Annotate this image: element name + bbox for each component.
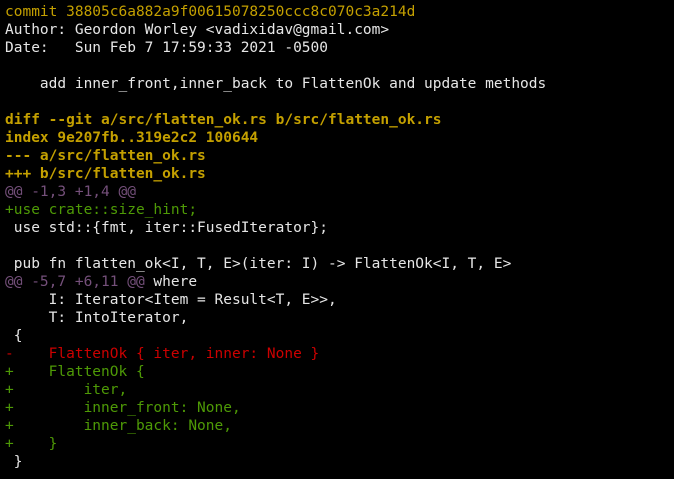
context-line: } [5, 453, 674, 471]
context-line-text: T: IntoIterator, [5, 310, 189, 326]
diff-header-line-text: diff --git a/src/flatten_ok.rs b/src/fla… [5, 112, 442, 128]
removed-line: - FlattenOk { iter, inner: None } [5, 345, 674, 363]
hunk-header-line: @@ -5,7 +6,11 @@ where [5, 273, 674, 291]
author-line: Author: Geordon Worley <vadixidav@gmail.… [5, 21, 674, 39]
hunk-header-line-text: @@ -1,3 +1,4 @@ [5, 184, 136, 200]
hunk-header-line-text: where [144, 274, 198, 290]
added-line: + } [5, 435, 674, 453]
old-file-line-text: --- a/src/flatten_ok.rs [5, 148, 206, 164]
added-line-text: + iter, [5, 382, 128, 398]
context-line-text: use std::{fmt, iter::FusedIterator}; [5, 220, 329, 236]
context-line-text: pub fn flatten_ok<I, T, E>(iter: I) -> F… [5, 256, 512, 272]
added-line-text: + inner_back: None, [5, 418, 232, 434]
context-line-text: { [5, 328, 23, 344]
date-line-text: Date: Sun Feb 7 17:59:33 2021 -0500 [5, 40, 329, 56]
commit-line: commit 38805c6a882a9f00615078250ccc8c070… [5, 3, 674, 21]
added-line-text: +use crate::size_hint; [5, 202, 198, 218]
old-file-line: --- a/src/flatten_ok.rs [5, 147, 674, 165]
new-file-line: +++ b/src/flatten_ok.rs [5, 165, 674, 183]
terminal-window[interactable]: commit 38805c6a882a9f00615078250ccc8c070… [0, 0, 674, 479]
context-line: T: IntoIterator, [5, 309, 674, 327]
commit-message-line: add inner_front,inner_back to FlattenOk … [5, 75, 674, 93]
added-line-text: + FlattenOk { [5, 364, 145, 380]
added-line: +use crate::size_hint; [5, 201, 674, 219]
added-line-text: + } [5, 436, 58, 452]
commit-message-line-text: add inner_front,inner_back to FlattenOk … [5, 76, 547, 92]
date-line: Date: Sun Feb 7 17:59:33 2021 -0500 [5, 39, 674, 57]
context-line: pub fn flatten_ok<I, T, E>(iter: I) -> F… [5, 255, 674, 273]
context-line: { [5, 327, 674, 345]
added-line: + inner_back: None, [5, 417, 674, 435]
added-line: + iter, [5, 381, 674, 399]
added-line: + inner_front: None, [5, 399, 674, 417]
commit-line-text: commit 38805c6a882a9f00615078250ccc8c070… [5, 4, 416, 20]
hunk-header-line: @@ -1,3 +1,4 @@ [5, 183, 674, 201]
new-file-line-text: +++ b/src/flatten_ok.rs [5, 166, 206, 182]
index-line: index 9e207fb..319e2c2 100644 [5, 129, 674, 147]
added-line: + FlattenOk { [5, 363, 674, 381]
context-line: I: Iterator<Item = Result<T, E>>, [5, 291, 674, 309]
index-line-text: index 9e207fb..319e2c2 100644 [5, 130, 259, 146]
context-line-text: } [5, 454, 23, 470]
context-line [5, 237, 674, 255]
hunk-header-line-text: @@ -5,7 +6,11 @@ [5, 274, 145, 290]
context-line: use std::{fmt, iter::FusedIterator}; [5, 219, 674, 237]
removed-line-text: - FlattenOk { iter, inner: None } [5, 346, 320, 362]
context-line-text: I: Iterator<Item = Result<T, E>>, [5, 292, 337, 308]
diff-header-line: diff --git a/src/flatten_ok.rs b/src/fla… [5, 111, 674, 129]
author-line-text: Author: Geordon Worley <vadixidav@gmail.… [5, 22, 390, 38]
added-line-text: + inner_front: None, [5, 400, 241, 416]
